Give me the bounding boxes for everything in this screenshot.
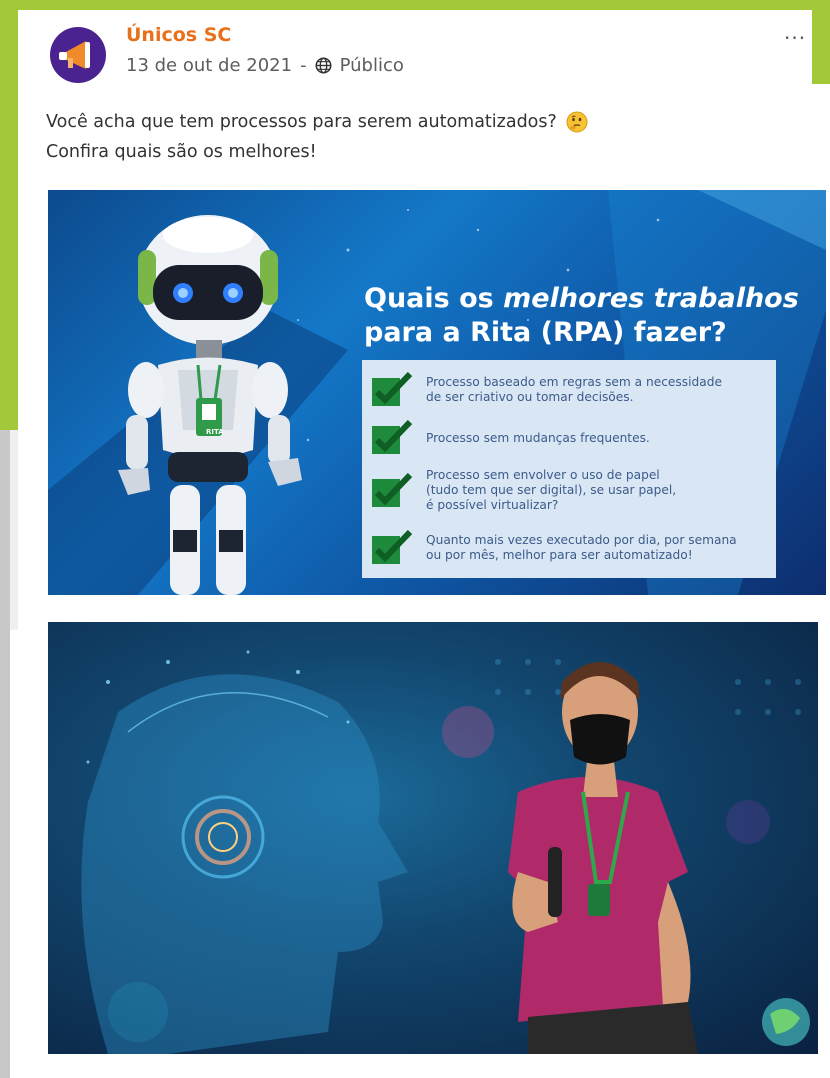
checklist-item-3-line3: é possível virtualizar? xyxy=(426,498,559,512)
robot-badge-label: RITA xyxy=(206,428,224,436)
checklist-item-4-line1: Quanto mais vezes executado por dia, por… xyxy=(426,533,737,547)
check-icon xyxy=(372,472,413,507)
more-options-button[interactable]: ··· xyxy=(784,26,806,50)
checklist-item: Quanto mais vezes executado por dia, por… xyxy=(370,530,737,566)
gray-frame-left xyxy=(0,430,10,1078)
checklist-item-1-line1: Processo baseado em regras sem a necessi… xyxy=(426,375,722,389)
post-card: Únicos SC 13 de out de 2021 - Público ··… xyxy=(18,10,826,1078)
checklist-item-3-line1: Processo sem envolver o uso de papel xyxy=(426,468,660,482)
check-icon xyxy=(372,420,413,454)
checklist-box: Processo baseado em regras sem a necessi… xyxy=(362,360,776,578)
check-icon xyxy=(372,530,413,564)
checklist-item: Processo baseado em regras sem a necessi… xyxy=(370,372,722,408)
ai-head-illustration xyxy=(81,650,810,1054)
robot-illustration xyxy=(118,215,302,595)
check-icon xyxy=(372,372,413,406)
banner-title-emphasis: melhores trabalhos xyxy=(503,283,799,314)
visibility-label: Público xyxy=(339,55,404,76)
post-meta: 13 de out de 2021 - Público xyxy=(126,55,404,76)
checklist-item-4-line2: ou por mês, melhor para ser automatizado… xyxy=(426,548,693,562)
checklist-item-3-line2: (tudo tem que ser digital), se usar pape… xyxy=(426,483,677,497)
checklist-item: Processo sem envolver o uso de papel (tu… xyxy=(370,468,676,513)
banner-title-part1: Quais os xyxy=(364,283,504,314)
green-frame-right xyxy=(812,0,830,84)
meta-separator: - xyxy=(300,55,307,76)
banner-title-line2: para a Rita (RPA) fazer? xyxy=(364,317,727,348)
post-text: Você acha que tem processos para serem a… xyxy=(46,107,588,167)
green-frame-top xyxy=(0,0,830,10)
checklist-item-1-line2: de ser criativo ou tomar decisões. xyxy=(426,390,634,404)
checklist-item: Processo sem mudanças frequentes. xyxy=(370,420,650,456)
thinking-face-icon xyxy=(566,111,588,133)
globe-icon xyxy=(315,57,332,74)
rpa-banner-image[interactable]: RITA Quais os melhores trabalhos para a … xyxy=(48,190,826,595)
megaphone-icon xyxy=(59,41,90,69)
presenter-photo[interactable] xyxy=(48,622,818,1054)
banner-title: Quais os melhores trabalhos para a Rita … xyxy=(364,282,799,350)
page-avatar[interactable] xyxy=(50,27,106,83)
post-text-line-1: Você acha que tem processos para serem a… xyxy=(46,112,557,132)
post-date[interactable]: 13 de out de 2021 xyxy=(126,55,292,76)
post-text-line-2: Confira quais são os melhores! xyxy=(46,142,317,162)
checklist-item-2-line1: Processo sem mudanças frequentes. xyxy=(426,430,650,445)
page-name-link[interactable]: Únicos SC xyxy=(126,24,231,46)
